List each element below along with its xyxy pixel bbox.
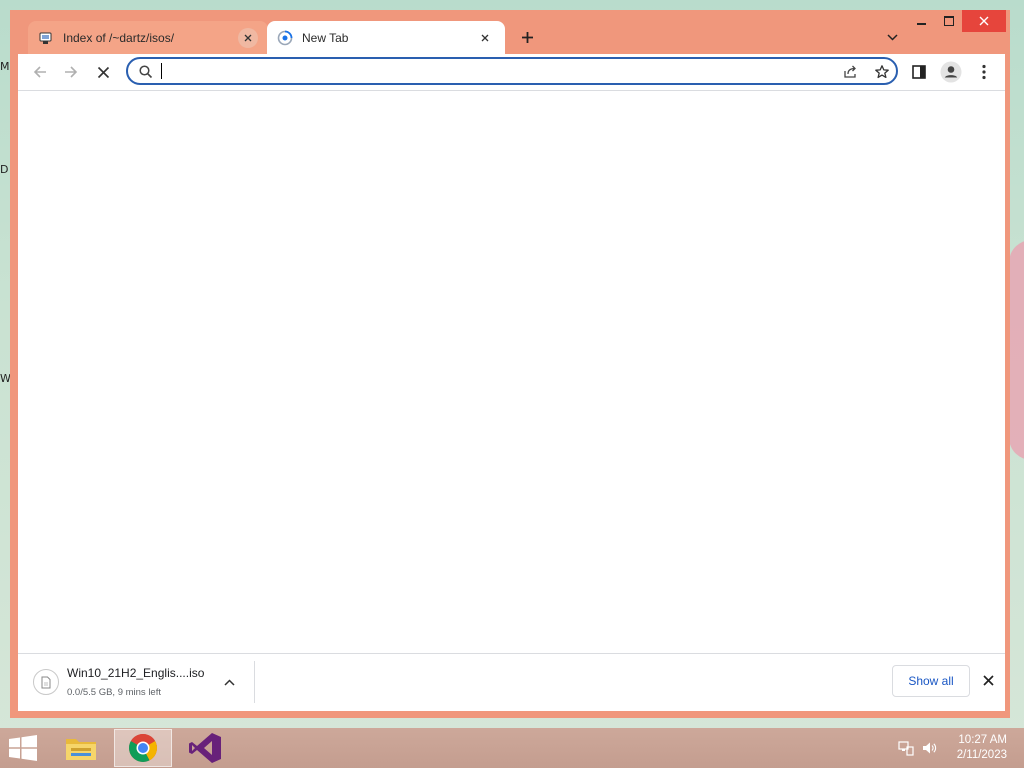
windows-logo-icon: [9, 735, 37, 761]
taskbar-chrome[interactable]: [114, 729, 172, 767]
file-explorer-icon: [66, 739, 96, 760]
download-shelf: Win10_21H2_Englis....iso 0.0/5.5 GB, 9 m…: [18, 653, 1005, 711]
download-options-button[interactable]: [221, 674, 237, 690]
page-favicon-icon: [39, 32, 52, 44]
tab-close-button[interactable]: [238, 27, 258, 48]
forward-button[interactable]: [59, 60, 83, 84]
chevron-up-icon: [223, 678, 235, 686]
show-all-button[interactable]: Show all: [892, 665, 970, 697]
volume-icon[interactable]: [921, 740, 937, 756]
file-icon: [33, 669, 59, 695]
chevron-down-icon: [886, 33, 898, 41]
menu-button[interactable]: [972, 60, 996, 84]
new-tab-button[interactable]: [516, 26, 538, 48]
download-status: 0.0/5.5 GB, 9 mins left: [67, 687, 161, 698]
page-content[interactable]: [18, 91, 1005, 653]
address-input[interactable]: [162, 62, 806, 84]
tab-title: Index of /~dartz/isos/: [63, 30, 175, 45]
address-bar[interactable]: [126, 57, 898, 85]
download-filename: Win10_21H2_Englis....iso: [67, 666, 205, 680]
bookmark-button[interactable]: [870, 60, 894, 84]
browser-window: Index of /~dartz/isos/ New Tab Win10_21H…: [10, 10, 1010, 718]
tab-strip: Index of /~dartz/isos/ New Tab: [18, 18, 1010, 54]
search-icon: [139, 65, 153, 79]
more-vertical-icon: [982, 64, 986, 80]
tab-new-tab[interactable]: New Tab: [267, 21, 505, 54]
side-panel-button[interactable]: [907, 60, 931, 84]
chrome-icon: [129, 734, 157, 762]
share-icon: [844, 65, 856, 78]
text-caret: [161, 63, 162, 79]
close-shelf-button[interactable]: [978, 670, 998, 690]
profile-button[interactable]: [939, 60, 963, 84]
tab-close-button[interactable]: [475, 28, 495, 48]
taskbar: 10:27 AM 2/11/2023: [0, 728, 1024, 768]
arrow-left-icon: [33, 66, 46, 78]
tab-search-button[interactable]: [882, 27, 902, 47]
plus-icon: [521, 31, 533, 43]
tab-index-of-isos[interactable]: Index of /~dartz/isos/: [28, 21, 268, 54]
share-button[interactable]: [838, 60, 862, 84]
browser-toolbar: [18, 54, 1005, 91]
avatar-icon: [940, 61, 962, 83]
desktop-wallpaper-decoration: [1009, 240, 1024, 460]
network-icon[interactable]: [898, 740, 914, 756]
close-icon: [481, 34, 489, 41]
arrow-right-icon: [65, 66, 78, 78]
close-icon: [244, 34, 252, 41]
visual-studio-icon: [189, 733, 221, 763]
start-button[interactable]: [8, 735, 38, 761]
stop-loading-button[interactable]: [91, 60, 115, 84]
download-item[interactable]: Win10_21H2_Englis....iso 0.0/5.5 GB, 9 m…: [18, 654, 254, 711]
shelf-divider: [254, 661, 255, 703]
taskbar-visual-studio[interactable]: [176, 729, 234, 767]
system-clock[interactable]: 10:27 AM 2/11/2023: [957, 733, 1007, 763]
close-icon: [97, 66, 109, 78]
tab-title: New Tab: [302, 30, 349, 45]
star-icon: [875, 65, 889, 79]
back-button[interactable]: [28, 60, 52, 84]
loading-favicon-icon: [277, 30, 293, 45]
close-icon: [982, 674, 994, 686]
clock-time: 10:27 AM: [958, 734, 1007, 746]
taskbar-file-explorer[interactable]: [52, 729, 110, 767]
side-panel-icon: [912, 65, 926, 79]
clock-date: 2/11/2023: [956, 749, 1007, 761]
